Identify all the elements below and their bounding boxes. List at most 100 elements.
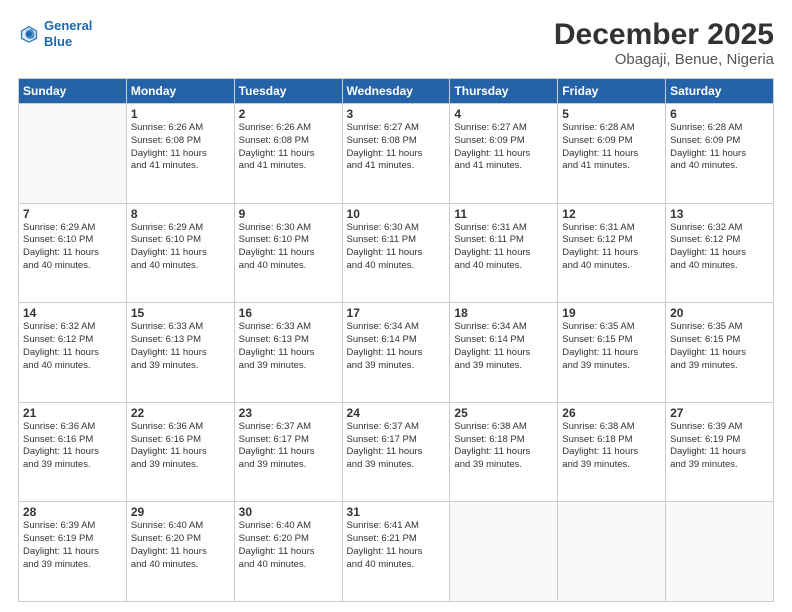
table-row: 1Sunrise: 6:26 AM Sunset: 6:08 PM Daylig… bbox=[126, 104, 234, 204]
table-row: 20Sunrise: 6:35 AM Sunset: 6:15 PM Dayli… bbox=[666, 303, 774, 403]
day-detail: Sunrise: 6:32 AM Sunset: 6:12 PM Dayligh… bbox=[23, 321, 122, 372]
day-number: 14 bbox=[23, 306, 122, 320]
calendar-week-row: 7Sunrise: 6:29 AM Sunset: 6:10 PM Daylig… bbox=[19, 203, 774, 303]
table-row bbox=[450, 502, 558, 602]
table-row: 22Sunrise: 6:36 AM Sunset: 6:16 PM Dayli… bbox=[126, 402, 234, 502]
table-row: 23Sunrise: 6:37 AM Sunset: 6:17 PM Dayli… bbox=[234, 402, 342, 502]
day-detail: Sunrise: 6:26 AM Sunset: 6:08 PM Dayligh… bbox=[131, 122, 230, 173]
day-number: 4 bbox=[454, 107, 553, 121]
location-subtitle: Obagaji, Benue, Nigeria bbox=[554, 51, 774, 68]
day-detail: Sunrise: 6:35 AM Sunset: 6:15 PM Dayligh… bbox=[562, 321, 661, 372]
logo-icon bbox=[18, 23, 40, 45]
day-number: 1 bbox=[131, 107, 230, 121]
table-row: 31Sunrise: 6:41 AM Sunset: 6:21 PM Dayli… bbox=[342, 502, 450, 602]
day-detail: Sunrise: 6:31 AM Sunset: 6:12 PM Dayligh… bbox=[562, 222, 661, 273]
day-detail: Sunrise: 6:33 AM Sunset: 6:13 PM Dayligh… bbox=[131, 321, 230, 372]
day-number: 18 bbox=[454, 306, 553, 320]
table-row: 11Sunrise: 6:31 AM Sunset: 6:11 PM Dayli… bbox=[450, 203, 558, 303]
day-number: 21 bbox=[23, 406, 122, 420]
day-number: 6 bbox=[670, 107, 769, 121]
day-detail: Sunrise: 6:39 AM Sunset: 6:19 PM Dayligh… bbox=[670, 421, 769, 472]
calendar-week-row: 28Sunrise: 6:39 AM Sunset: 6:19 PM Dayli… bbox=[19, 502, 774, 602]
table-row: 17Sunrise: 6:34 AM Sunset: 6:14 PM Dayli… bbox=[342, 303, 450, 403]
day-detail: Sunrise: 6:38 AM Sunset: 6:18 PM Dayligh… bbox=[454, 421, 553, 472]
col-thursday: Thursday bbox=[450, 79, 558, 104]
day-detail: Sunrise: 6:35 AM Sunset: 6:15 PM Dayligh… bbox=[670, 321, 769, 372]
day-number: 19 bbox=[562, 306, 661, 320]
day-detail: Sunrise: 6:27 AM Sunset: 6:08 PM Dayligh… bbox=[347, 122, 446, 173]
table-row: 14Sunrise: 6:32 AM Sunset: 6:12 PM Dayli… bbox=[19, 303, 127, 403]
day-detail: Sunrise: 6:38 AM Sunset: 6:18 PM Dayligh… bbox=[562, 421, 661, 472]
day-number: 22 bbox=[131, 406, 230, 420]
table-row: 6Sunrise: 6:28 AM Sunset: 6:09 PM Daylig… bbox=[666, 104, 774, 204]
table-row: 10Sunrise: 6:30 AM Sunset: 6:11 PM Dayli… bbox=[342, 203, 450, 303]
day-detail: Sunrise: 6:40 AM Sunset: 6:20 PM Dayligh… bbox=[239, 520, 338, 571]
title-block: December 2025 Obagaji, Benue, Nigeria bbox=[554, 18, 774, 68]
table-row: 30Sunrise: 6:40 AM Sunset: 6:20 PM Dayli… bbox=[234, 502, 342, 602]
day-number: 31 bbox=[347, 505, 446, 519]
day-detail: Sunrise: 6:33 AM Sunset: 6:13 PM Dayligh… bbox=[239, 321, 338, 372]
page: General Blue December 2025 Obagaji, Benu… bbox=[0, 0, 792, 612]
table-row bbox=[19, 104, 127, 204]
table-row: 7Sunrise: 6:29 AM Sunset: 6:10 PM Daylig… bbox=[19, 203, 127, 303]
col-tuesday: Tuesday bbox=[234, 79, 342, 104]
calendar-table: Sunday Monday Tuesday Wednesday Thursday… bbox=[18, 78, 774, 602]
col-wednesday: Wednesday bbox=[342, 79, 450, 104]
day-number: 3 bbox=[347, 107, 446, 121]
table-row: 2Sunrise: 6:26 AM Sunset: 6:08 PM Daylig… bbox=[234, 104, 342, 204]
logo-line1: General bbox=[44, 18, 92, 33]
calendar-week-row: 21Sunrise: 6:36 AM Sunset: 6:16 PM Dayli… bbox=[19, 402, 774, 502]
day-detail: Sunrise: 6:30 AM Sunset: 6:10 PM Dayligh… bbox=[239, 222, 338, 273]
table-row: 8Sunrise: 6:29 AM Sunset: 6:10 PM Daylig… bbox=[126, 203, 234, 303]
table-row: 27Sunrise: 6:39 AM Sunset: 6:19 PM Dayli… bbox=[666, 402, 774, 502]
table-row: 16Sunrise: 6:33 AM Sunset: 6:13 PM Dayli… bbox=[234, 303, 342, 403]
day-number: 13 bbox=[670, 207, 769, 221]
day-detail: Sunrise: 6:28 AM Sunset: 6:09 PM Dayligh… bbox=[562, 122, 661, 173]
header: General Blue December 2025 Obagaji, Benu… bbox=[18, 18, 774, 68]
day-detail: Sunrise: 6:39 AM Sunset: 6:19 PM Dayligh… bbox=[23, 520, 122, 571]
day-detail: Sunrise: 6:36 AM Sunset: 6:16 PM Dayligh… bbox=[23, 421, 122, 472]
day-detail: Sunrise: 6:37 AM Sunset: 6:17 PM Dayligh… bbox=[347, 421, 446, 472]
calendar-week-row: 1Sunrise: 6:26 AM Sunset: 6:08 PM Daylig… bbox=[19, 104, 774, 204]
table-row: 24Sunrise: 6:37 AM Sunset: 6:17 PM Dayli… bbox=[342, 402, 450, 502]
table-row: 28Sunrise: 6:39 AM Sunset: 6:19 PM Dayli… bbox=[19, 502, 127, 602]
table-row bbox=[666, 502, 774, 602]
col-saturday: Saturday bbox=[666, 79, 774, 104]
col-friday: Friday bbox=[558, 79, 666, 104]
day-detail: Sunrise: 6:40 AM Sunset: 6:20 PM Dayligh… bbox=[131, 520, 230, 571]
col-sunday: Sunday bbox=[19, 79, 127, 104]
table-row: 13Sunrise: 6:32 AM Sunset: 6:12 PM Dayli… bbox=[666, 203, 774, 303]
day-detail: Sunrise: 6:30 AM Sunset: 6:11 PM Dayligh… bbox=[347, 222, 446, 273]
table-row: 29Sunrise: 6:40 AM Sunset: 6:20 PM Dayli… bbox=[126, 502, 234, 602]
day-detail: Sunrise: 6:28 AM Sunset: 6:09 PM Dayligh… bbox=[670, 122, 769, 173]
day-number: 2 bbox=[239, 107, 338, 121]
day-number: 27 bbox=[670, 406, 769, 420]
day-number: 9 bbox=[239, 207, 338, 221]
day-detail: Sunrise: 6:29 AM Sunset: 6:10 PM Dayligh… bbox=[131, 222, 230, 273]
day-number: 12 bbox=[562, 207, 661, 221]
day-detail: Sunrise: 6:27 AM Sunset: 6:09 PM Dayligh… bbox=[454, 122, 553, 173]
day-detail: Sunrise: 6:26 AM Sunset: 6:08 PM Dayligh… bbox=[239, 122, 338, 173]
day-number: 15 bbox=[131, 306, 230, 320]
table-row bbox=[558, 502, 666, 602]
day-detail: Sunrise: 6:37 AM Sunset: 6:17 PM Dayligh… bbox=[239, 421, 338, 472]
table-row: 12Sunrise: 6:31 AM Sunset: 6:12 PM Dayli… bbox=[558, 203, 666, 303]
day-detail: Sunrise: 6:34 AM Sunset: 6:14 PM Dayligh… bbox=[347, 321, 446, 372]
day-detail: Sunrise: 6:29 AM Sunset: 6:10 PM Dayligh… bbox=[23, 222, 122, 273]
day-number: 5 bbox=[562, 107, 661, 121]
day-number: 28 bbox=[23, 505, 122, 519]
month-title: December 2025 bbox=[554, 18, 774, 51]
table-row: 4Sunrise: 6:27 AM Sunset: 6:09 PM Daylig… bbox=[450, 104, 558, 204]
table-row: 3Sunrise: 6:27 AM Sunset: 6:08 PM Daylig… bbox=[342, 104, 450, 204]
day-detail: Sunrise: 6:36 AM Sunset: 6:16 PM Dayligh… bbox=[131, 421, 230, 472]
day-number: 24 bbox=[347, 406, 446, 420]
table-row: 9Sunrise: 6:30 AM Sunset: 6:10 PM Daylig… bbox=[234, 203, 342, 303]
table-row: 19Sunrise: 6:35 AM Sunset: 6:15 PM Dayli… bbox=[558, 303, 666, 403]
day-number: 17 bbox=[347, 306, 446, 320]
logo: General Blue bbox=[18, 18, 92, 49]
day-detail: Sunrise: 6:34 AM Sunset: 6:14 PM Dayligh… bbox=[454, 321, 553, 372]
day-number: 29 bbox=[131, 505, 230, 519]
calendar-header-row: Sunday Monday Tuesday Wednesday Thursday… bbox=[19, 79, 774, 104]
table-row: 25Sunrise: 6:38 AM Sunset: 6:18 PM Dayli… bbox=[450, 402, 558, 502]
day-number: 25 bbox=[454, 406, 553, 420]
